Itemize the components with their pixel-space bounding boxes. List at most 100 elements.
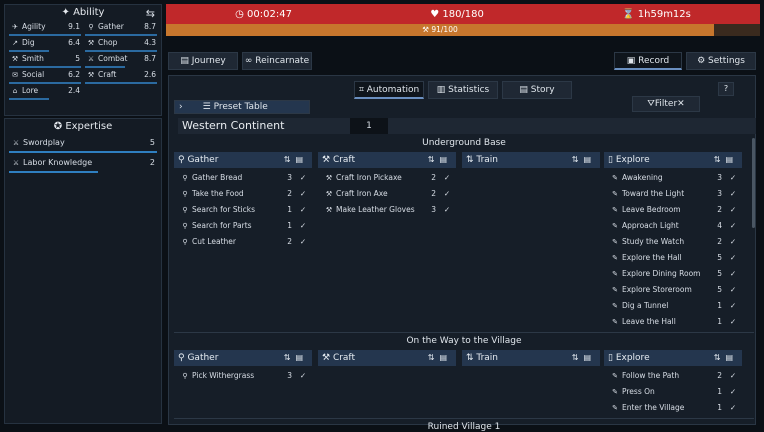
list-item[interactable]: ⚲ Take the Food 2 ✓	[180, 186, 308, 202]
check-icon[interactable]: ✓	[442, 186, 452, 202]
list-item[interactable]: ✎ Press On 1 ✓	[610, 384, 738, 400]
check-icon[interactable]: ✓	[728, 186, 738, 202]
check-icon[interactable]: ✓	[298, 218, 308, 234]
list-item[interactable]: ✎ Explore Storeroom 5 ✓	[610, 282, 738, 298]
check-icon[interactable]: ✓	[728, 218, 738, 234]
column-header-explore[interactable]: ▯ Explore ⇅▤	[604, 152, 742, 168]
check-icon[interactable]: ✓	[728, 298, 738, 314]
check-icon[interactable]: ✓	[728, 368, 738, 384]
hp-display: ♥ 180/180	[430, 9, 484, 20]
continent-number[interactable]: 1	[350, 118, 388, 134]
tab-story[interactable]: ▤ Story	[502, 81, 572, 99]
check-icon[interactable]: ✓	[298, 170, 308, 186]
check-icon[interactable]: ✓	[728, 170, 738, 186]
list-item[interactable]: ✎ Leave Bedroom 2 ✓	[610, 202, 738, 218]
column-header-train[interactable]: ⇅ Train ⇅▤	[462, 350, 600, 366]
column-header-gather[interactable]: ⚲ Gather ⇅▤	[174, 350, 312, 366]
list-item[interactable]: ⚒ Craft Iron Pickaxe 2 ✓	[324, 170, 452, 186]
check-icon[interactable]: ✓	[728, 202, 738, 218]
ability-smith[interactable]: ⚒ Smith 5	[9, 53, 81, 69]
scrollbar[interactable]	[752, 138, 755, 228]
check-icon[interactable]: ✓	[298, 186, 308, 202]
sort-clipboard-icons[interactable]: ⇅▤	[428, 152, 452, 168]
expertise-panel: ✪ Expertise ⚔ Swordplay 5 ⚔ Labor Knowledge 2	[4, 118, 162, 424]
sort-clipboard-icons[interactable]: ⇅▤	[428, 350, 452, 366]
ability-value: 6.4	[68, 38, 80, 47]
list-item[interactable]: ⚒ Craft Iron Axe 2 ✓	[324, 186, 452, 202]
agility-icon: ✈	[12, 23, 18, 31]
journey-button[interactable]: ▤ Journey	[168, 52, 238, 70]
sort-clipboard-icons[interactable]: ⇅▤	[714, 350, 738, 366]
item-count: 2	[431, 173, 436, 182]
sort-clipboard-icons[interactable]: ⇅▤	[714, 152, 738, 168]
list-item[interactable]: ✎ Enter the Village 1 ✓	[610, 400, 738, 416]
help-button[interactable]: ?	[718, 82, 734, 96]
ability-dig[interactable]: ↗ Dig 6.4	[9, 37, 81, 53]
tab-statistics[interactable]: ▥ Statistics	[428, 81, 498, 99]
tab-automation[interactable]: ⌗ Automation	[354, 81, 424, 99]
ability-combat[interactable]: ⚔ Combat 8.7	[85, 53, 157, 69]
filter-button[interactable]: ⛛Filter✕	[632, 96, 700, 112]
sort-clipboard-icons[interactable]: ⇅▤	[572, 152, 596, 168]
list-item[interactable]: ⚲ Cut Leather 2 ✓	[180, 234, 308, 250]
check-icon[interactable]: ✓	[298, 368, 308, 384]
list-item[interactable]: ✎ Follow the Path 2 ✓	[610, 368, 738, 384]
sort-clipboard-icons[interactable]: ⇅▤	[572, 350, 596, 366]
ability-lore[interactable]: ⌂ Lore 2.4	[9, 85, 81, 101]
item-count: 1	[717, 403, 722, 412]
ability-gather[interactable]: ⚲ Gather 8.7	[85, 21, 157, 37]
ability-bar	[85, 50, 157, 52]
ability-craft[interactable]: ⚒ Craft 2.6	[85, 69, 157, 85]
column-header-craft[interactable]: ⚒ Craft ⇅▤	[318, 350, 456, 366]
check-icon[interactable]: ✓	[728, 266, 738, 282]
list-item[interactable]: ✎ Approach Light 4 ✓	[610, 218, 738, 234]
column-header-craft[interactable]: ⚒ Craft ⇅▤	[318, 152, 456, 168]
ability-chop[interactable]: ⚒ Chop 4.3	[85, 37, 157, 53]
record-button[interactable]: ▣ Record	[614, 52, 682, 70]
preset-table-button[interactable]: › ☰ Preset Table	[174, 100, 310, 114]
swap-icon[interactable]: ⇆	[146, 7, 155, 20]
grid-icon: ⌗	[358, 85, 364, 95]
gather-row-icon: ⚲	[182, 222, 188, 230]
list-item[interactable]: ✎ Explore Dining Room 5 ✓	[610, 266, 738, 282]
list-item[interactable]: ⚲ Gather Bread 3 ✓	[180, 170, 308, 186]
ability-bar	[9, 66, 81, 68]
check-icon[interactable]: ✓	[728, 400, 738, 416]
ability-agility[interactable]: ✈ Agility 9.1	[9, 21, 81, 37]
record-icon: ▣	[626, 56, 636, 66]
list-item[interactable]: ✎ Study the Watch 2 ✓	[610, 234, 738, 250]
check-icon[interactable]: ✓	[298, 234, 308, 250]
item-count: 1	[287, 205, 292, 214]
check-icon[interactable]: ✓	[728, 282, 738, 298]
column-header-gather[interactable]: ⚲ Gather ⇅▤	[174, 152, 312, 168]
ability-social[interactable]: ✉ Social 6.2	[9, 69, 81, 85]
settings-button[interactable]: ⚙ Settings	[686, 52, 756, 70]
social-icon: ✉	[12, 71, 18, 79]
check-icon[interactable]: ✓	[442, 202, 452, 218]
list-item[interactable]: ✎ Awakening 3 ✓	[610, 170, 738, 186]
column-header-train[interactable]: ⇅ Train ⇅▤	[462, 152, 600, 168]
column-label: Craft	[332, 155, 355, 165]
list-item[interactable]: ⚲ Pick Withergrass 3 ✓	[180, 368, 308, 384]
check-icon[interactable]: ✓	[442, 170, 452, 186]
check-icon[interactable]: ✓	[298, 202, 308, 218]
check-icon[interactable]: ✓	[728, 250, 738, 266]
check-icon[interactable]: ✓	[728, 314, 738, 330]
sort-clipboard-icons[interactable]: ⇅▤	[284, 350, 308, 366]
column-header-explore[interactable]: ▯ Explore ⇅▤	[604, 350, 742, 366]
list-item[interactable]: ⚲ Search for Parts 1 ✓	[180, 218, 308, 234]
expertise-item[interactable]: ⚔ Swordplay 5	[9, 135, 157, 155]
list-item[interactable]: ✎ Toward the Light 3 ✓	[610, 186, 738, 202]
check-icon[interactable]: ✓	[728, 384, 738, 400]
sort-clipboard-icons[interactable]: ⇅▤	[284, 152, 308, 168]
reincarnate-button[interactable]: ∞ Reincarnate	[242, 52, 312, 70]
list-item[interactable]: ⚲ Search for Sticks 1 ✓	[180, 202, 308, 218]
list-item[interactable]: ✎ Explore the Hall 5 ✓	[610, 250, 738, 266]
item-count: 3	[717, 173, 722, 182]
list-item[interactable]: ✎ Leave the Hall 1 ✓	[610, 314, 738, 330]
check-icon[interactable]: ✓	[728, 234, 738, 250]
expertise-item[interactable]: ⚔ Labor Knowledge 2	[9, 155, 157, 175]
gather-row-icon: ⚲	[182, 372, 188, 380]
list-item[interactable]: ✎ Dig a Tunnel 1 ✓	[610, 298, 738, 314]
list-item[interactable]: ⚒ Make Leather Gloves 3 ✓	[324, 202, 452, 218]
